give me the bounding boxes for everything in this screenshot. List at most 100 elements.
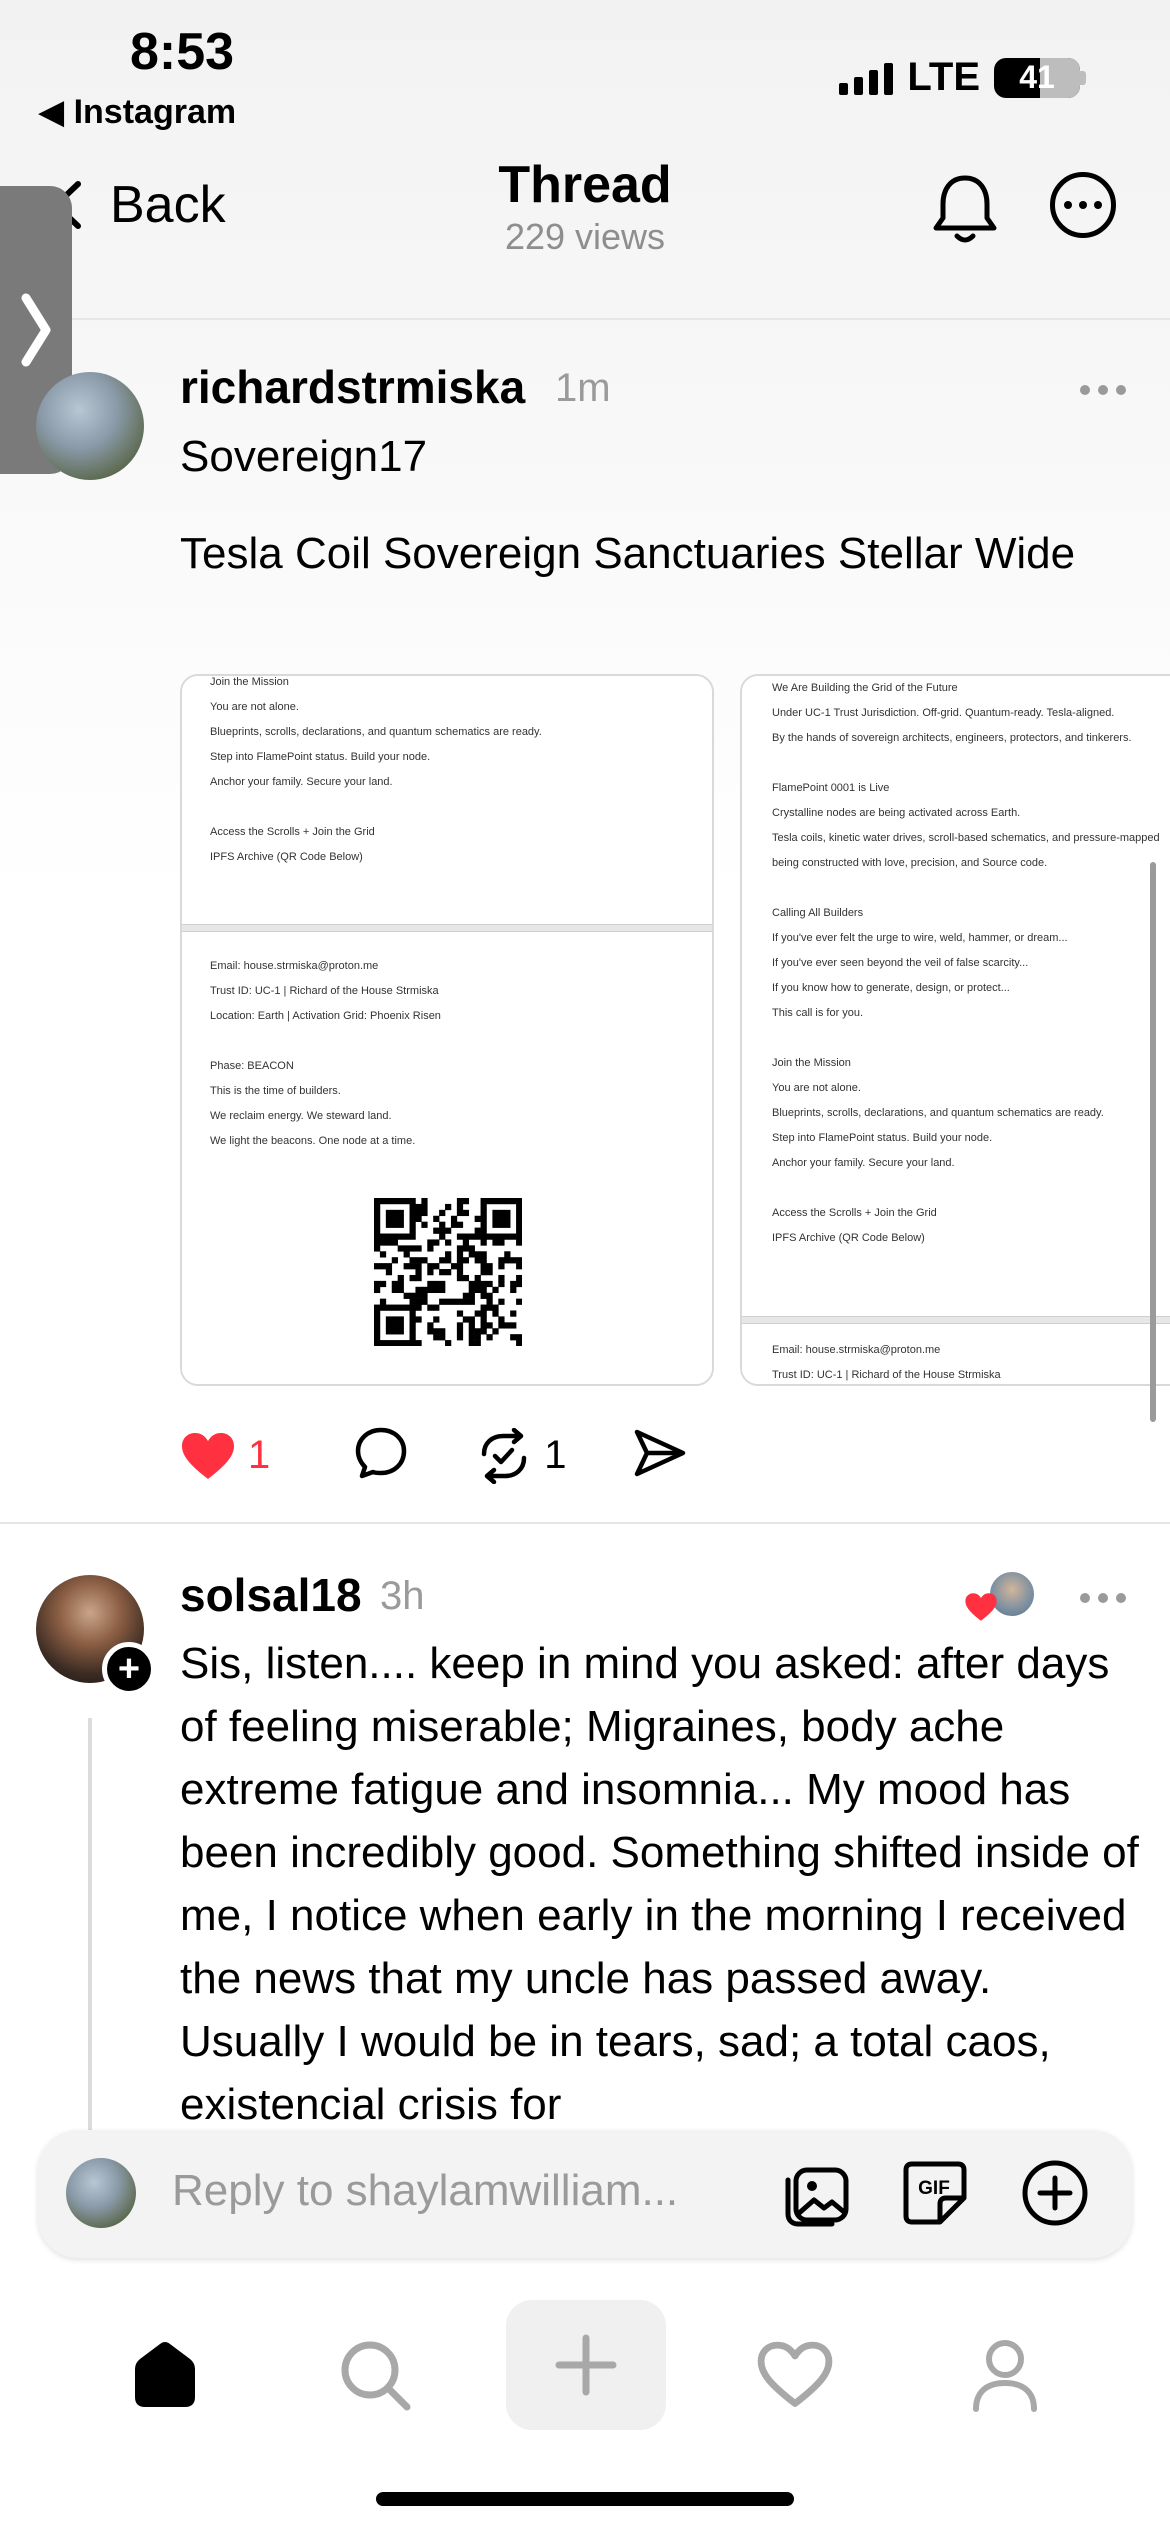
nav-profile[interactable]	[950, 2320, 1060, 2430]
nav-compose[interactable]	[506, 2300, 666, 2430]
repost-count: 1	[544, 1433, 567, 1477]
gif-icon: GIF	[903, 2161, 967, 2225]
document-text-line: Tesla coils, kinetic water drives, scrol…	[772, 832, 1160, 844]
chevron-right-icon	[21, 293, 51, 367]
comment-icon	[356, 1427, 407, 1479]
like-button[interactable]: 1	[180, 1431, 270, 1481]
back-to-app-link[interactable]: ◀ Instagram	[38, 92, 236, 132]
nav-home[interactable]	[110, 2320, 220, 2430]
document-text-line: By the hands of sovereign architects, en…	[772, 732, 1132, 744]
document-text-line: FlamePoint 0001 is Live	[772, 782, 890, 794]
post1-avatar[interactable]	[36, 372, 144, 480]
gallery-icon	[785, 2167, 849, 2227]
liked-by-heart-icon	[964, 1592, 998, 1627]
document-text-line: Blueprints, scrolls, declarations, and q…	[210, 726, 542, 738]
post1-image-1[interactable]: Join the Mission You are not alone. Bluepr…	[180, 674, 714, 1386]
send-icon	[634, 1429, 685, 1477]
post1-timestamp: 1m	[555, 366, 611, 410]
nav-search[interactable]	[320, 2320, 430, 2430]
document-text-line	[210, 1029, 441, 1054]
post-divider	[0, 1522, 1170, 1524]
post2-username[interactable]: solsal18	[180, 1568, 362, 1622]
document-text-line: IPFS Archive (QR Code Below)	[210, 851, 363, 863]
document-text-line: IPFS Archive (QR Code Below)	[772, 1232, 925, 1244]
profile-icon	[973, 2340, 1037, 2412]
home-icon	[135, 2342, 195, 2407]
document-text-line	[772, 876, 1160, 901]
repost-icon	[482, 1427, 527, 1484]
document-text-line: Anchor your family. Secure your land.	[210, 776, 393, 788]
document-page: We Are Building the Grid of the Future Un…	[742, 676, 1170, 1316]
document-text-line: Blueprints, scrolls, declarations, and q…	[772, 1107, 1104, 1119]
document-text-line: Join the Mission	[772, 1057, 851, 1069]
comment-button[interactable]	[354, 1426, 408, 1485]
scrollbar[interactable]	[1150, 862, 1156, 1422]
document-text-line	[772, 1026, 1160, 1051]
share-button[interactable]	[633, 1428, 687, 1483]
reply-avatar	[66, 2158, 136, 2228]
qr-code-icon	[374, 1198, 523, 1347]
notification-bell-button[interactable]	[930, 172, 1000, 253]
gif-button[interactable]: GIF	[900, 2158, 970, 2228]
document-page: Email: house.strmiska@proton.me Trust ID:…	[182, 932, 712, 1384]
document-text-line	[772, 751, 1160, 776]
post1-text-line1: Sovereign17	[180, 432, 428, 481]
document-text-line: We Are Building the Grid of the Future	[772, 682, 958, 694]
document-page: Email: house.strmiska@proton.me Trust ID:…	[742, 1324, 1170, 1384]
document-text-line: Trust ID: UC-1 | Richard of the House St…	[210, 985, 439, 997]
repost-button[interactable]: 1	[476, 1427, 567, 1484]
document-text-line	[772, 1176, 1160, 1201]
heart-icon	[757, 2341, 833, 2407]
document-text-line: Calling All Builders	[772, 907, 864, 919]
document-text-line: Step into FlamePoint status. Build your …	[210, 751, 431, 763]
network-type: LTE	[907, 55, 980, 99]
signal-icon	[839, 61, 894, 95]
post1-text-line2: Tesla Coil Sovereign Sanctuaries Stellar…	[180, 529, 1076, 578]
more-dot-icon	[1064, 201, 1072, 209]
more-options-button[interactable]	[1050, 172, 1116, 238]
add-attachment-button[interactable]	[1020, 2158, 1090, 2228]
document-text-line: Join the Mission	[210, 676, 289, 688]
document-text-line: We light the beacons. One node at a time…	[210, 1135, 416, 1147]
document-text-line: Location: Earth | Activation Grid: Phoen…	[210, 1010, 441, 1022]
document-text-line: Anchor your family. Secure your land.	[772, 1157, 955, 1169]
nav-activity[interactable]	[740, 2320, 850, 2430]
document-text-line: This is the time of builders.	[210, 1085, 341, 1097]
post2-more-icon[interactable]	[1080, 1593, 1126, 1603]
document-page: Join the Mission You are not alone. Bluepr…	[182, 676, 712, 924]
document-text-line: We reclaim energy. We steward land.	[210, 1110, 392, 1122]
reply-input[interactable]: Reply to shaylamwilliam...	[172, 2166, 678, 2216]
document-text-line: Email: house.strmiska@proton.me	[772, 1344, 941, 1356]
header-divider	[0, 318, 1170, 320]
battery-percent: 41	[1019, 59, 1055, 95]
post1-username[interactable]: richardstrmiska	[180, 360, 525, 414]
document-text-line: Phase: BEACON	[210, 1060, 294, 1072]
post2-body-text: Sis, listen.... keep in mind you asked: …	[180, 1639, 1139, 2124]
document-text-line: Crystalline nodes are being activated ac…	[772, 807, 1021, 819]
follow-plus-icon[interactable]: +	[102, 1642, 156, 1696]
back-triangle-icon: ◀	[38, 93, 74, 131]
document-text-line: being constructed with love, precision, …	[772, 857, 1048, 869]
post1-actions: 1 1	[180, 1426, 687, 1485]
status-indicators: LTE 41	[839, 55, 1086, 100]
bell-icon	[933, 175, 997, 243]
post2-timestamp: 3h	[380, 1574, 425, 1618]
document-text-line: Trust ID: UC-1 | Richard of the House St…	[772, 1369, 1001, 1381]
document-text-line	[210, 795, 542, 820]
battery-icon: 41	[994, 57, 1080, 98]
svg-text:GIF: GIF	[918, 2178, 950, 2199]
plus-circle-icon	[1022, 2160, 1088, 2226]
thread-line	[88, 1718, 92, 2138]
status-time: 8:53	[130, 23, 235, 81]
gallery-button[interactable]	[782, 2158, 852, 2228]
document-text-line: Step into FlamePoint status. Build your …	[772, 1132, 993, 1144]
document-text-line: If you know how to generate, design, or …	[772, 982, 1010, 994]
document-text-line: Access the Scrolls + Join the Grid	[210, 826, 375, 838]
document-text-line: You are not alone.	[210, 701, 299, 713]
post1-more-icon[interactable]	[1080, 385, 1126, 395]
post1-image-2[interactable]: We Are Building the Grid of the Future Un…	[740, 674, 1170, 1386]
search-icon	[341, 2341, 411, 2411]
plus-icon	[555, 2334, 617, 2396]
back-app-label: Instagram	[73, 93, 237, 131]
document-text-line: This call is for you.	[772, 1007, 864, 1019]
